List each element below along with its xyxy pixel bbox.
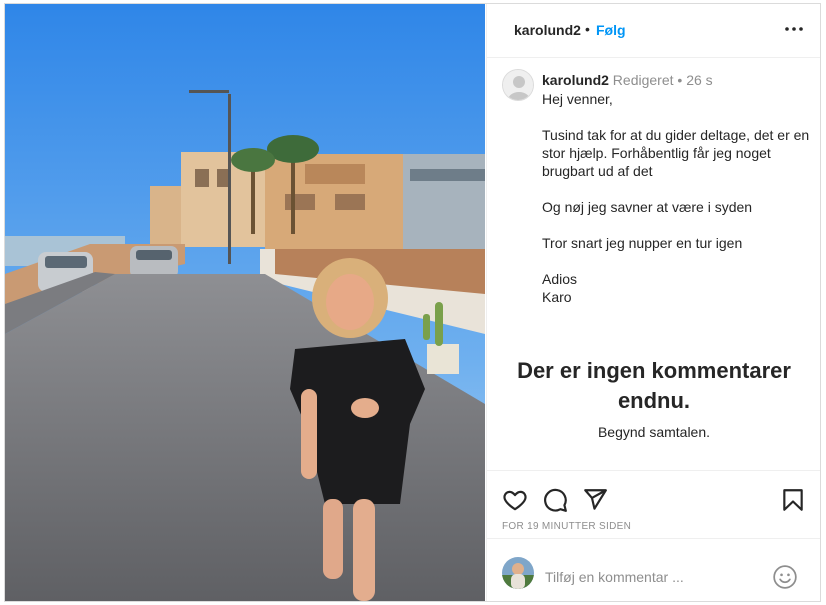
heart-icon[interactable] — [502, 487, 528, 513]
no-comments-title: Der er ingen kommentarer endnu. — [517, 358, 791, 413]
caption-line — [542, 216, 812, 234]
author-username[interactable]: karolund2 — [514, 22, 581, 38]
caption-area: karolund2 Redigeret • 26 s Hej venner, T… — [487, 58, 820, 470]
caption-age[interactable]: 26 s — [686, 72, 712, 88]
caption-text: Hej venner, Tusind tak for at du gider d… — [542, 90, 812, 306]
more-options-icon[interactable] — [783, 18, 805, 40]
post-header: karolund2 • Følg — [487, 4, 820, 58]
caption-username[interactable]: karolund2 — [542, 72, 609, 88]
caption-line — [542, 180, 812, 198]
caption-line — [542, 252, 812, 270]
bookmark-icon[interactable] — [780, 487, 806, 513]
caption-line: Adios — [542, 271, 578, 287]
no-comments-subtitle: Begynd samtalen. — [597, 424, 711, 440]
comment-icon[interactable] — [542, 487, 568, 513]
comment-input[interactable] — [545, 567, 765, 587]
add-comment-bar — [487, 538, 820, 601]
smiley-icon[interactable] — [772, 564, 798, 590]
caption-header: karolund2 Redigeret • 26 s — [542, 72, 713, 88]
caption-line: Hej venner, — [542, 91, 613, 107]
caption-line: Tusind tak for at du gider deltage, det … — [542, 127, 810, 179]
caption-line: Og nøj jeg savner at være i syden — [542, 199, 753, 215]
post-photo[interactable] — [5, 4, 485, 601]
header-separator: • — [585, 21, 590, 37]
caption-line — [542, 108, 812, 126]
caption-line: Karo — [542, 289, 572, 305]
author-avatar[interactable] — [502, 69, 534, 101]
post-timestamp[interactable]: FOR 19 MINUTTER SIDEN — [502, 521, 631, 532]
share-icon[interactable] — [582, 487, 608, 513]
caption-separator: • — [677, 72, 683, 88]
action-bar: FOR 19 MINUTTER SIDEN — [487, 470, 820, 538]
post-dialog: karolund2 • Følg karolund2 Redigeret • 2… — [4, 3, 821, 602]
photo-illustration — [5, 4, 485, 601]
post-details-panel: karolund2 • Følg karolund2 Redigeret • 2… — [486, 4, 820, 601]
edited-label: Redigeret — [612, 72, 674, 88]
current-user-avatar — [502, 557, 534, 589]
follow-button[interactable]: Følg — [596, 22, 626, 38]
caption-line: Tror snart jeg nupper en tur igen — [542, 235, 743, 251]
